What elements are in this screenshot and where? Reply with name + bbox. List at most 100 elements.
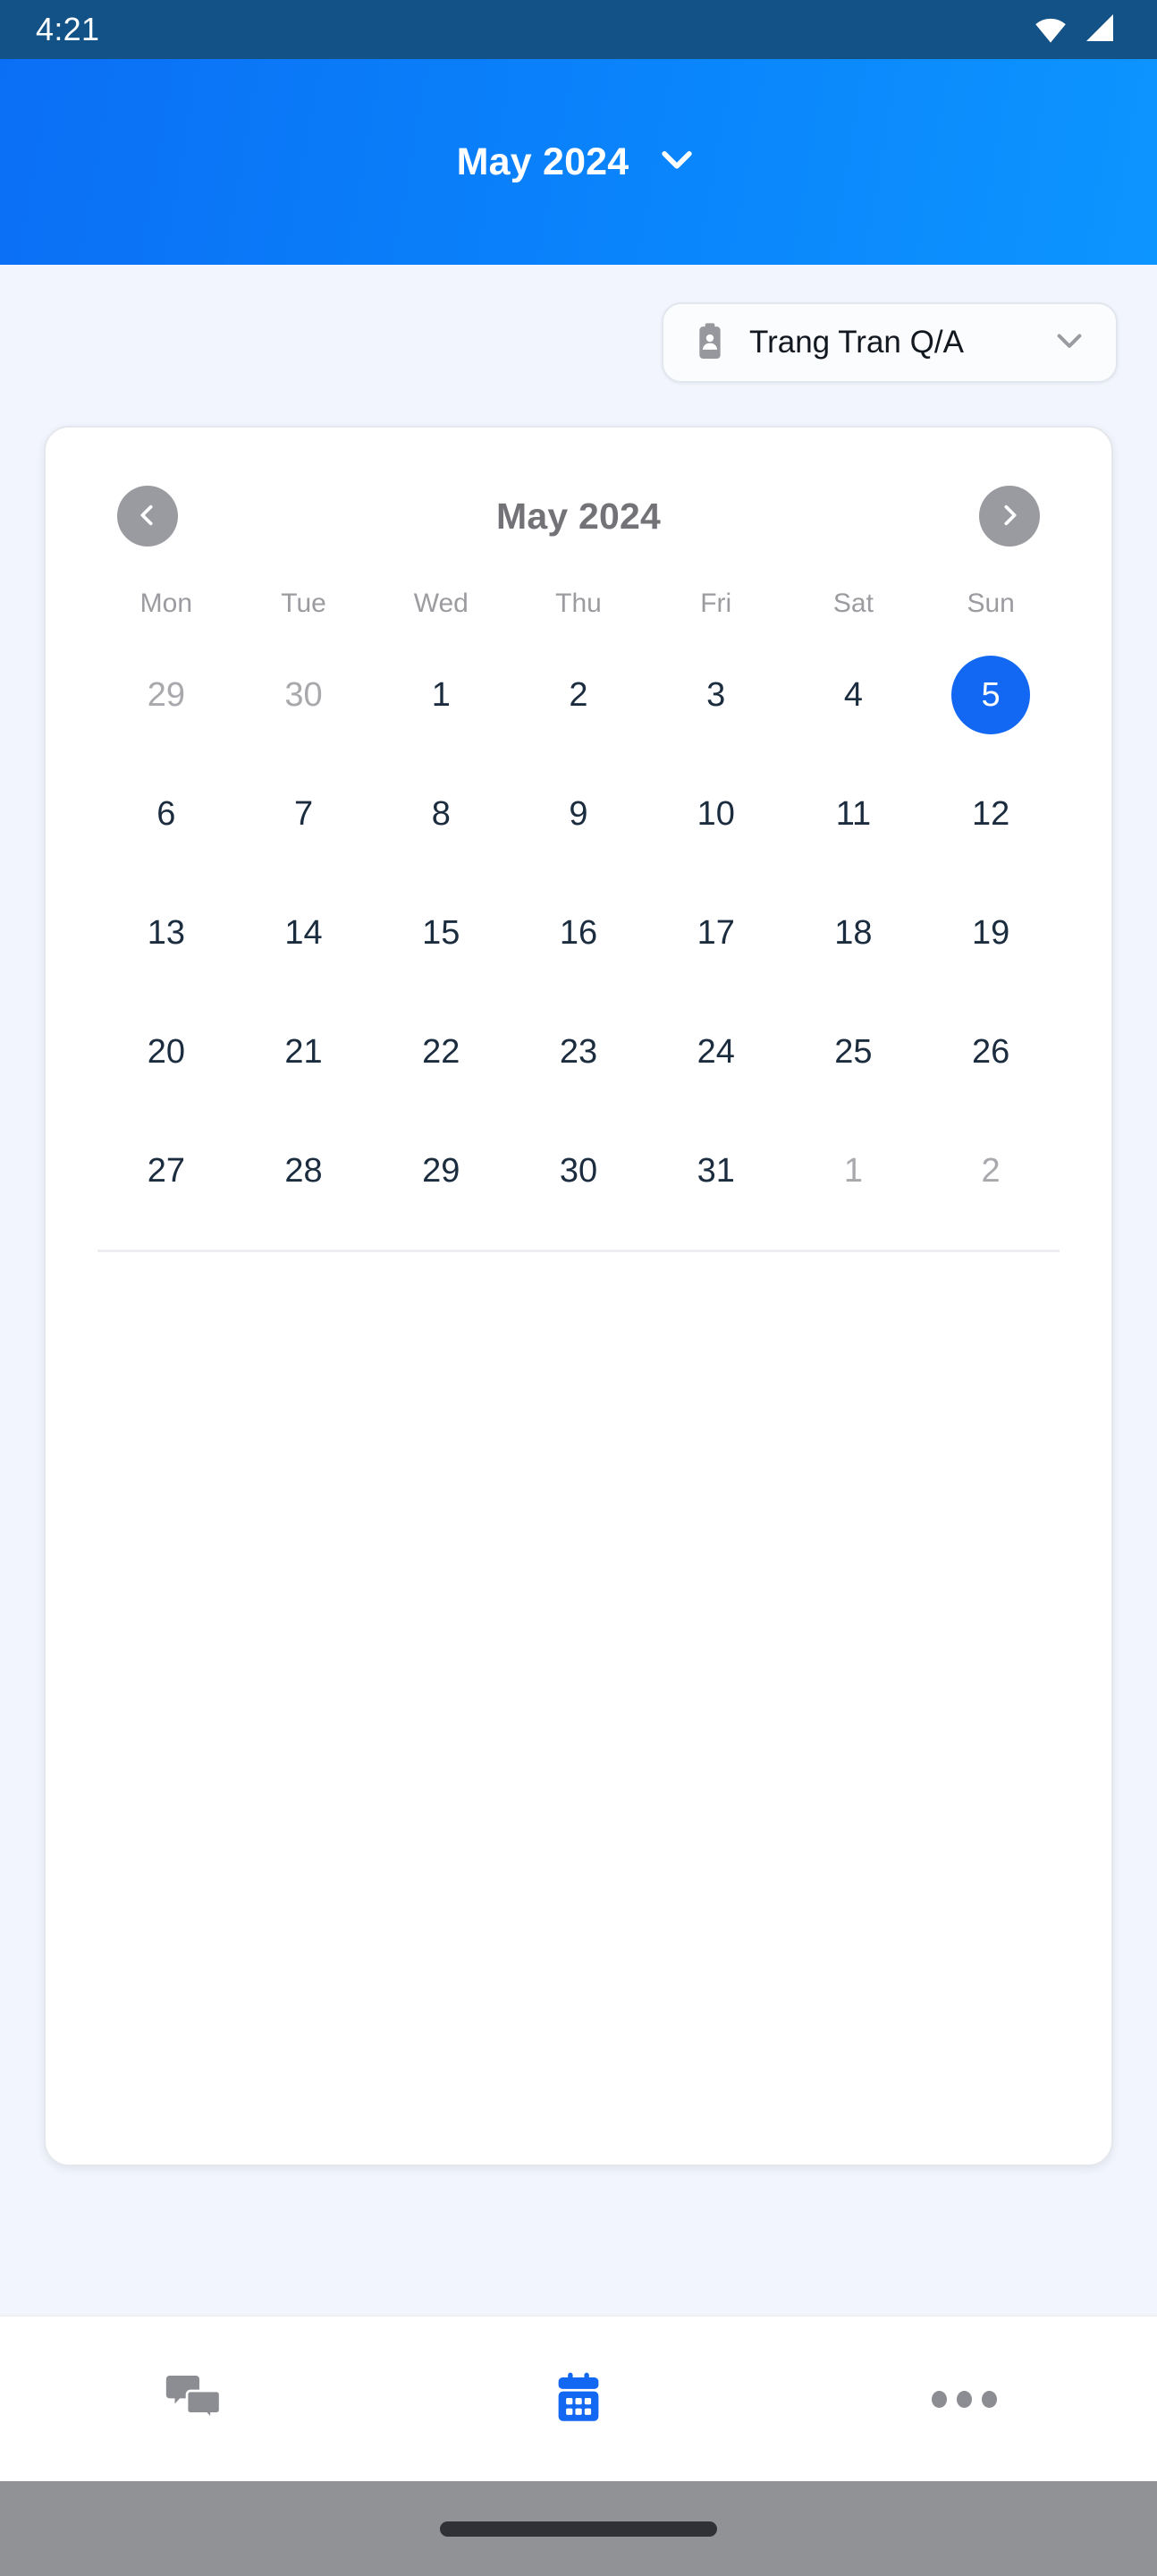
calendar-day-cell[interactable]: 2: [510, 656, 647, 734]
calendar-day-cell[interactable]: 3: [647, 656, 785, 734]
calendar-day-4[interactable]: 4: [814, 656, 892, 734]
calendar-day-26[interactable]: 26: [951, 1013, 1030, 1091]
calendar-day-25[interactable]: 25: [814, 1013, 892, 1091]
calendar-day-cell[interactable]: 29: [372, 1131, 510, 1210]
calendar-day-6[interactable]: 6: [127, 775, 206, 853]
calendar-day-cell[interactable]: 24: [647, 1013, 785, 1091]
calendar-weekday-header: Mon Tue Wed Thu Fri Sat Sun: [97, 589, 1060, 619]
chevron-down-icon: [654, 137, 700, 188]
calendar-day-cell[interactable]: 26: [922, 1013, 1060, 1091]
calendar-day-31[interactable]: 31: [677, 1131, 756, 1210]
chevron-left-icon: [132, 500, 163, 533]
calendar-day-9[interactable]: 9: [539, 775, 618, 853]
calendar-day-cell[interactable]: 28: [235, 1131, 373, 1210]
calendar-day-cell[interactable]: 10: [647, 775, 785, 853]
user-selector-label: Trang Tran Q/A: [749, 325, 964, 360]
calendar-day-cell[interactable]: 29: [97, 656, 235, 734]
calendar-day-cell[interactable]: 30: [235, 656, 373, 734]
page-title: May 2024: [456, 140, 629, 183]
calendar-day-21[interactable]: 21: [265, 1013, 343, 1091]
calendar-day-23[interactable]: 23: [539, 1013, 618, 1091]
more-dot: [981, 2390, 997, 2408]
calendar-day-5-selected[interactable]: 5: [951, 655, 1031, 734]
calendar-day-cell[interactable]: 14: [235, 894, 373, 972]
previous-month-button[interactable]: [117, 486, 178, 547]
calendar-navigation: May 2024: [97, 478, 1060, 555]
calendar-day-cell[interactable]: 8: [372, 775, 510, 853]
calendar-day-18[interactable]: 18: [814, 894, 892, 972]
calendar-day-24[interactable]: 24: [677, 1013, 756, 1091]
home-indicator[interactable]: [440, 2521, 717, 2537]
calendar-week-row: 29 30 1 2 3 4 5: [97, 635, 1060, 754]
calendar-events-empty-area: [97, 1252, 1060, 2165]
calendar-day-cell[interactable]: 20: [97, 1013, 235, 1091]
calendar-weeks-grid: 29 30 1 2 3 4 5 6 7 8 9 10 11 12 13 14 15 16 17 18 19 20 21 22 2…: [97, 635, 1060, 1230]
calendar-week-row: 6 7 8 9 10 11 12: [97, 754, 1060, 873]
bottom-nav-item-chat[interactable]: [0, 2317, 385, 2481]
calendar-day-cell[interactable]: 31: [647, 1131, 785, 1210]
calendar-day-cell[interactable]: 27: [97, 1131, 235, 1210]
calendar-month-title: May 2024: [496, 495, 661, 537]
content-area: Trang Tran Q/A May 2024 Mon Tue Wed Thu …: [0, 265, 1157, 2315]
status-bar: 4:21: [0, 0, 1157, 59]
calendar-day-3[interactable]: 3: [677, 656, 756, 734]
calendar-day-20[interactable]: 20: [127, 1013, 206, 1091]
calendar-day-cell[interactable]: 1: [372, 656, 510, 734]
calendar-day-cell[interactable]: 13: [97, 894, 235, 972]
calendar-week-row: 27 28 29 30 31 1 2: [97, 1111, 1060, 1230]
calendar-day-cell[interactable]: 1: [785, 1131, 923, 1210]
calendar-weekday-fri: Fri: [700, 589, 732, 618]
calendar-day-1[interactable]: 1: [814, 1131, 892, 1210]
calendar-day-cell[interactable]: 16: [510, 894, 647, 972]
calendar-day-cell[interactable]: 11: [785, 775, 923, 853]
calendar-day-cell[interactable]: 18: [785, 894, 923, 972]
calendar-weekday-mon: Mon: [139, 589, 193, 618]
calendar-day-29[interactable]: 29: [401, 1131, 480, 1210]
more-horizontal-icon: [931, 2390, 997, 2408]
calendar-day-22[interactable]: 22: [401, 1013, 480, 1091]
calendar-day-30[interactable]: 30: [265, 656, 343, 734]
calendar-day-cell[interactable]: 22: [372, 1013, 510, 1091]
calendar-day-cell[interactable]: 12: [922, 775, 1060, 853]
calendar-day-11[interactable]: 11: [814, 775, 892, 853]
calendar-day-17[interactable]: 17: [677, 894, 756, 972]
bottom-nav-item-calendar[interactable]: [385, 2317, 771, 2481]
calendar-day-cell[interactable]: 23: [510, 1013, 647, 1091]
status-bar-icons: [1032, 9, 1118, 51]
calendar-week-row: 13 14 15 16 17 18 19: [97, 873, 1060, 992]
calendar-day-7[interactable]: 7: [265, 775, 343, 853]
calendar-day-cell[interactable]: 6: [97, 775, 235, 853]
calendar-day-19[interactable]: 19: [951, 894, 1030, 972]
bottom-nav-item-more[interactable]: [772, 2317, 1157, 2481]
calendar-day-cell[interactable]: 2: [922, 1131, 1060, 1210]
calendar-day-cell[interactable]: 9: [510, 775, 647, 853]
calendar-day-15[interactable]: 15: [401, 894, 480, 972]
month-picker-button[interactable]: May 2024: [457, 137, 701, 188]
calendar-day-cell[interactable]: 5: [922, 655, 1060, 734]
calendar-day-16[interactable]: 16: [539, 894, 618, 972]
calendar-day-cell[interactable]: 7: [235, 775, 373, 853]
calendar-day-cell[interactable]: 4: [785, 656, 923, 734]
calendar-day-cell[interactable]: 21: [235, 1013, 373, 1091]
calendar-day-30[interactable]: 30: [539, 1131, 618, 1210]
user-selector-dropdown[interactable]: Trang Tran Q/A: [662, 302, 1118, 383]
calendar-day-12[interactable]: 12: [951, 775, 1030, 853]
calendar-day-13[interactable]: 13: [127, 894, 206, 972]
calendar-day-cell[interactable]: 30: [510, 1131, 647, 1210]
calendar-day-cell[interactable]: 19: [922, 894, 1060, 972]
calendar-day-cell[interactable]: 17: [647, 894, 785, 972]
calendar-day-14[interactable]: 14: [265, 894, 343, 972]
calendar-day-1[interactable]: 1: [401, 656, 480, 734]
calendar-day-10[interactable]: 10: [677, 775, 756, 853]
calendar-weekday-sat: Sat: [832, 589, 874, 618]
calendar-day-27[interactable]: 27: [127, 1131, 206, 1210]
calendar-day-2[interactable]: 2: [539, 656, 618, 734]
calendar-day-29[interactable]: 29: [127, 656, 206, 734]
calendar-day-28[interactable]: 28: [265, 1131, 343, 1210]
calendar-day-2[interactable]: 2: [951, 1131, 1030, 1210]
calendar-day-cell[interactable]: 15: [372, 894, 510, 972]
calendar-day-cell[interactable]: 25: [785, 1013, 923, 1091]
calendar-day-8[interactable]: 8: [401, 775, 480, 853]
next-month-button[interactable]: [979, 486, 1040, 547]
chevron-down-icon: [1050, 321, 1089, 365]
